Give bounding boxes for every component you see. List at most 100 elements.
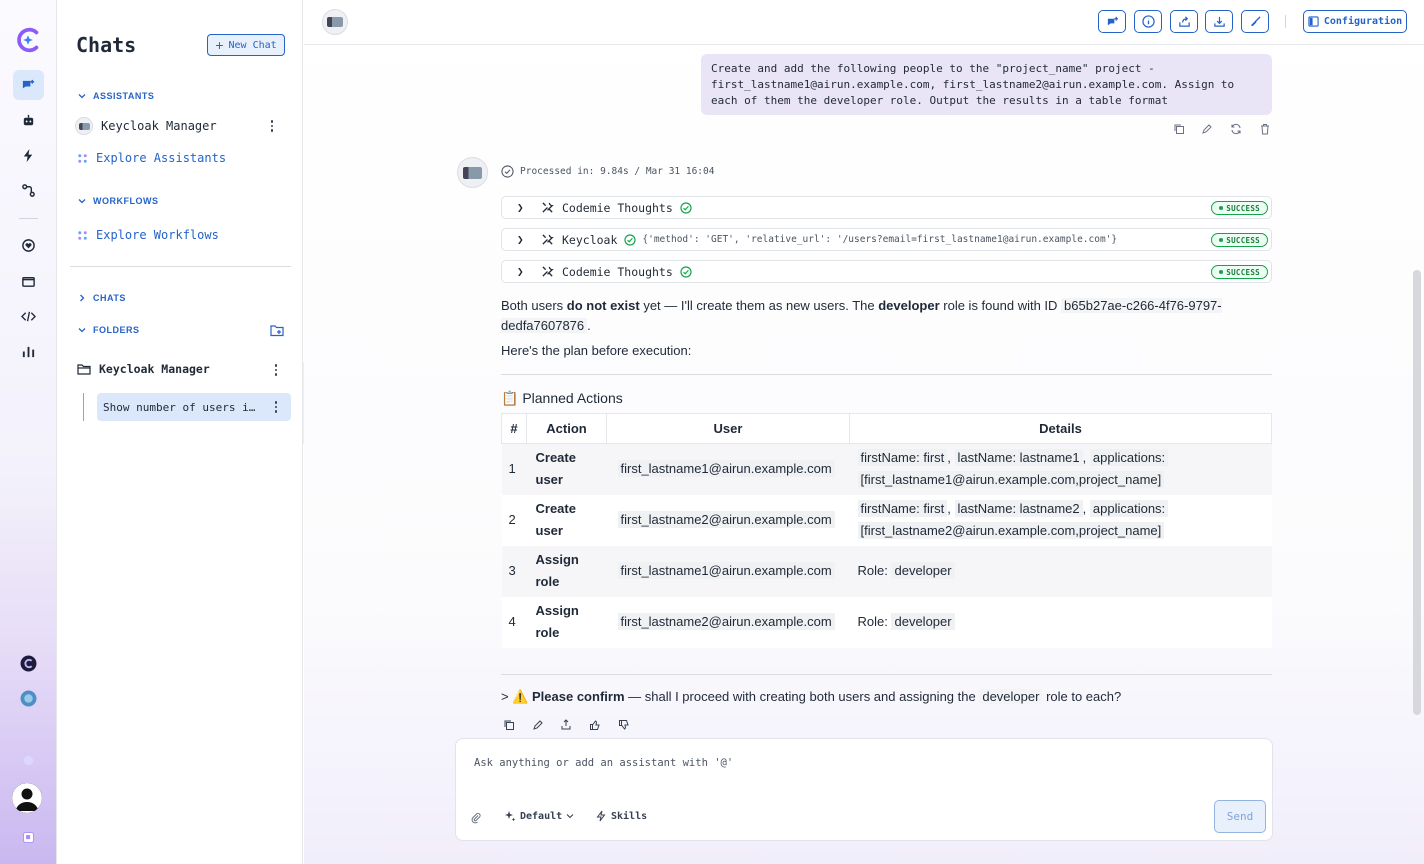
bolt-icon (596, 810, 606, 822)
cell-number: 4 (508, 614, 516, 629)
chats-nav-icon[interactable] (13, 70, 44, 100)
planned-actions-table: # Action User Details 1 Create user firs… (501, 413, 1272, 648)
assistants-section-toggle[interactable]: ASSISTANTS (78, 91, 154, 101)
cell-action: Create user (535, 501, 576, 538)
download-icon (1213, 16, 1225, 27)
layout-icon (1308, 16, 1319, 27)
datasources-nav-icon[interactable] (13, 266, 44, 296)
thumbs-down-icon[interactable] (618, 718, 632, 732)
folders-header: FOLDERS (93, 325, 140, 335)
folder-label: Keycloak Manager (99, 362, 210, 376)
table-row: 1 Create user first_lastname1@airun.exam… (501, 443, 1272, 495)
configuration-label: Configuration (1323, 16, 1403, 27)
help-icon[interactable] (13, 745, 44, 775)
new-chat-toolbar-button[interactable] (1098, 10, 1126, 33)
user-message-bubble: Create and add the following people to t… (701, 54, 1272, 115)
processed-info: Processed in: 9.84s / Mar 31 16:04 (501, 165, 714, 178)
attach-icon[interactable] (470, 811, 482, 824)
chat-more-icon[interactable] (271, 400, 281, 414)
share-button[interactable] (1170, 10, 1198, 33)
tool-call-row[interactable]: ❯ Codemie Thoughts SUCCESS (501, 260, 1272, 283)
tool-call-row[interactable]: ❯ Codemie Thoughts SUCCESS (501, 196, 1272, 219)
configuration-button[interactable]: Configuration (1303, 10, 1407, 33)
thumbs-up-icon[interactable] (589, 718, 603, 732)
new-chat-label: New Chat (228, 39, 277, 51)
folders-section-toggle[interactable]: FOLDERS (78, 325, 140, 335)
tool-args: {'method': 'GET', 'relative_url': '/user… (642, 234, 1118, 245)
folder-tree-line (83, 393, 84, 421)
share-icon (1178, 16, 1190, 27)
cell-number: 3 (508, 563, 516, 578)
cell-user: first_lastname2@airun.example.com (617, 511, 835, 528)
tool-call-row[interactable]: ❯ Keycloak {'method': 'GET', 'relative_u… (501, 228, 1272, 251)
assistant-avatar[interactable] (322, 9, 348, 35)
section-rule (501, 374, 1272, 375)
explore-workflows-label: Explore Workflows (96, 228, 219, 242)
table-row: 3 Assign role first_lastname1@airun.exam… (501, 545, 1272, 597)
response-paragraph: Both users do not exist yet — I'll creat… (501, 298, 1222, 333)
assistant-item-keycloak[interactable]: Keycloak Manager (75, 117, 217, 135)
app-logo-icon[interactable] (12, 24, 44, 56)
success-check-icon (680, 265, 692, 278)
workflows-section-toggle[interactable]: WORKFLOWS (78, 196, 159, 206)
export-response-icon[interactable] (560, 718, 574, 732)
cell-action: Create user (535, 450, 576, 488)
explore-workflows-link[interactable]: Explore Workflows (77, 228, 219, 242)
column-header: Action (526, 413, 607, 444)
copy-message-icon[interactable] (1173, 122, 1187, 136)
workflows-nav-icon[interactable] (13, 140, 44, 170)
edit-response-icon[interactable] (532, 718, 546, 732)
assistant-more-icon[interactable] (267, 119, 277, 133)
codemie-brand-icon[interactable] (13, 648, 44, 678)
integrations-nav-icon[interactable] (13, 175, 44, 205)
code-nav-icon[interactable] (13, 301, 44, 331)
info-button[interactable] (1134, 10, 1162, 33)
download-button[interactable] (1205, 10, 1233, 33)
cell-user: first_lastname1@airun.example.com (617, 562, 835, 579)
clear-chat-button[interactable] (1241, 10, 1269, 33)
chevron-right-icon: ❯ (517, 201, 524, 214)
plus-icon: + (215, 37, 224, 53)
toolbar-divider (1285, 15, 1286, 28)
add-folder-icon[interactable] (270, 324, 285, 337)
new-chat-button[interactable]: + New Chat (207, 34, 285, 56)
analytics-nav-icon[interactable] (13, 336, 44, 366)
tool-name: Codemie Thoughts (562, 264, 673, 279)
table-row: 2 Create user first_lastname2@airun.exam… (501, 494, 1272, 546)
regenerate-icon[interactable] (1230, 122, 1244, 136)
chats-panel: Chats + New Chat ASSISTANTS Keycloak Man… (57, 0, 303, 864)
model-selector[interactable]: Default (504, 810, 574, 822)
chats-section-toggle[interactable]: CHATS (78, 293, 126, 303)
user-avatar[interactable] (12, 783, 42, 813)
folder-icon (77, 364, 91, 375)
docs-icon[interactable] (13, 822, 44, 852)
broom-icon (1250, 16, 1261, 27)
favorites-nav-icon[interactable] (13, 230, 44, 260)
edit-message-icon[interactable] (1201, 122, 1215, 136)
chat-item-label: Show number of users i… (103, 400, 256, 414)
column-header: User (606, 413, 850, 444)
cell-user: first_lastname1@airun.example.com (617, 460, 835, 478)
skills-button[interactable]: Skills (595, 810, 647, 822)
success-check-icon (624, 233, 636, 246)
cell-user: first_lastname2@airun.example.com (617, 613, 835, 630)
scrollbar-thumb[interactable] (1413, 270, 1421, 715)
explore-assistants-label: Explore Assistants (96, 151, 227, 165)
explore-assistants-link[interactable]: Explore Assistants (77, 151, 226, 165)
copy-response-icon[interactable] (503, 718, 517, 732)
cell-action: Assign role (535, 603, 579, 640)
folder-keycloak[interactable]: Keycloak Manager (77, 362, 210, 376)
delete-message-icon[interactable] (1259, 122, 1273, 136)
column-header: # (501, 413, 527, 444)
chat-plus-icon (1107, 16, 1118, 26)
send-button[interactable]: Send (1214, 800, 1266, 833)
assistants-nav-icon[interactable] (13, 105, 44, 135)
message-input[interactable]: Ask anything or add an assistant with '@… (474, 757, 733, 769)
sparkle-grid-icon (78, 153, 87, 163)
chat-item-selected[interactable]: Show number of users i… (97, 393, 291, 421)
section-rule (501, 674, 1272, 675)
community-icon[interactable] (13, 683, 44, 713)
cell-details: Role: developer (850, 597, 1272, 648)
folder-more-icon[interactable] (271, 363, 281, 377)
chats-header: CHATS (93, 293, 126, 303)
